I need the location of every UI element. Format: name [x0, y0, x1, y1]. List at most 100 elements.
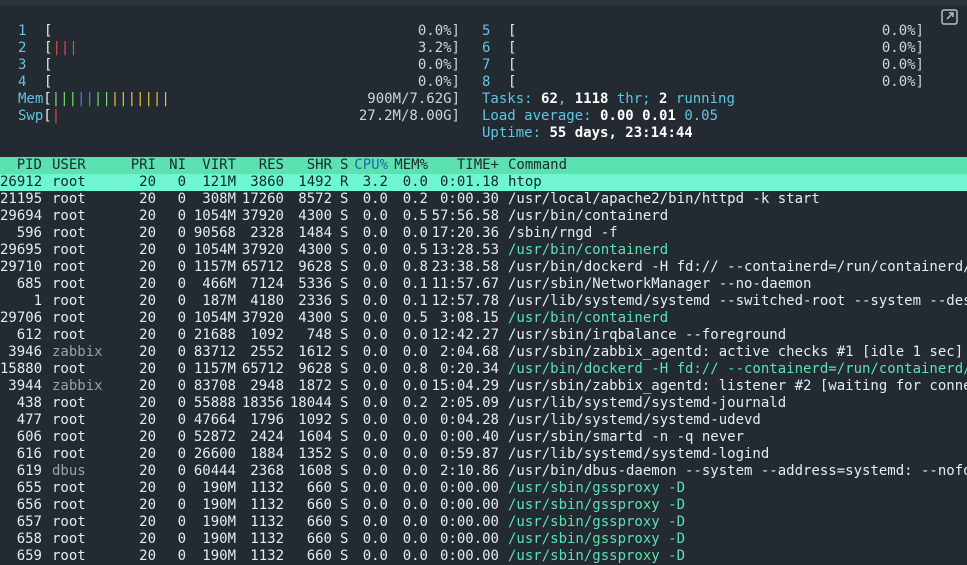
process-ni: 0 [177, 293, 186, 309]
process-row[interactable]: 596 root 20 0 90568 2328 1484 S 0.0 0.0 17:20.36/s… [0, 225, 967, 242]
process-user: root [52, 174, 86, 190]
process-row[interactable]: 29710 root 20 0 1157M 65712 9628 S 0.0 0.8 23:38.5… [0, 259, 967, 276]
process-user: root [52, 412, 86, 428]
process-row[interactable]: 606 root 20 0 52872 2424 1604 S 0.0 0.0 0:00.40/us… [0, 429, 967, 446]
cpu-percent: 3.2%] [417, 40, 460, 56]
process-shr: 8572 [298, 191, 332, 207]
process-row[interactable]: 612 root 20 0 21688 1092 748 S 0.0 0.0 12:42.27/us… [0, 327, 967, 344]
cpu-bar-fill: ||| [52, 40, 78, 56]
process-row[interactable]: 15880 root 20 0 1157M 65712 9628 S 0.0 0.8 0:20.34… [0, 361, 967, 378]
process-command: /usr/lib/systemd/systemd-logind [508, 446, 770, 462]
process-pid: 438 [16, 395, 42, 411]
load-average: Load average: 0.00 0.01 0.05 [482, 108, 719, 124]
process-pid: 15880 [0, 361, 43, 377]
process-time: 2:05.09 [439, 395, 499, 411]
process-mem: 0.0 [402, 412, 428, 428]
swp-meter: Swp[| [18, 108, 61, 124]
col-command[interactable]: Command [508, 157, 567, 174]
process-ni: 0 [177, 378, 186, 394]
process-row[interactable]: 1 root 20 0 187M 4180 2336 S 0.0 0.1 12:57.78/usr/… [0, 293, 967, 310]
col-ni[interactable]: NI [166, 157, 186, 174]
process-row[interactable]: 26912 root 20 0 121M 3860 1492 R 3.2 0.0 0:01.18 ht… [0, 174, 967, 191]
process-ni: 0 [177, 446, 186, 462]
process-ni: 0 [177, 531, 186, 547]
process-time: 15:04.29 [431, 378, 499, 394]
process-row[interactable]: 657 root 20 0 190M 1132 660 S 0.0 0.0 0:00.00/usr/… [0, 514, 967, 531]
process-cpu: 0.0 [362, 378, 388, 394]
process-row[interactable]: 21195 root 20 0 308M 17260 8572 S 0.0 0.2 0:00.30/… [0, 191, 967, 208]
process-mem: 0.0 [402, 446, 428, 462]
process-user: root [52, 259, 86, 275]
process-pri: 20 [139, 327, 156, 343]
col-shr[interactable]: SHR [284, 157, 332, 174]
process-cpu: 0.0 [362, 344, 388, 360]
col-mem[interactable]: MEM% [388, 157, 428, 174]
swp-value: 27.2M/8.00G] [358, 108, 460, 124]
cpu-percent: 0.0%] [881, 74, 924, 90]
process-time: 3:08.15 [439, 310, 499, 326]
process-row[interactable]: 3946 zabbix 20 0 83712 2552 1612 S 0.0 0.0 2:04.68… [0, 344, 967, 361]
col-pri[interactable]: PRI [126, 157, 156, 174]
process-table-header: PID USER PRI NI VIRT RES SHR S CPU% MEM%… [0, 157, 967, 174]
process-list: 26912 root 20 0 121M 3860 1492 R 3.2 0.0 0:01.18 ht… [0, 174, 967, 565]
process-time: 2:04.68 [439, 344, 499, 360]
process-ni: 0 [177, 344, 186, 360]
process-row[interactable]: 477 root 20 0 47664 1796 1092 S 0.0 0.0 0:04.28/us… [0, 412, 967, 429]
process-virt: 26600 [193, 446, 236, 462]
process-pri: 20 [139, 344, 156, 360]
process-pri: 20 [139, 514, 156, 530]
process-row[interactable]: 438 root 20 0 55888 18356 18044 S 0.0 0.2 2:05.09/… [0, 395, 967, 412]
process-shr: 660 [306, 480, 332, 496]
process-user: root [52, 310, 86, 326]
process-pid: 616 [16, 446, 42, 462]
process-pid: 655 [16, 480, 42, 496]
process-cpu: 0.0 [362, 293, 388, 309]
process-pri: 20 [139, 225, 156, 241]
process-cpu: 0.0 [362, 208, 388, 224]
col-user[interactable]: USER [52, 157, 86, 174]
process-shr: 1604 [298, 429, 332, 445]
process-row[interactable]: 616 root 20 0 26600 1884 1352 S 0.0 0.0 0:59.87/us… [0, 446, 967, 463]
process-pri: 20 [139, 548, 156, 564]
process-row[interactable]: 655 root 20 0 190M 1132 660 S 0.0 0.0 0:00.00/usr/… [0, 480, 967, 497]
cpu-meter-8: 8 [482, 74, 491, 90]
col-pid[interactable]: PID [0, 157, 42, 174]
col-cpu[interactable]: CPU% [348, 157, 388, 174]
process-row[interactable]: 658 root 20 0 190M 1132 660 S 0.0 0.0 0:00.00/usr/… [0, 531, 967, 548]
process-pid: 656 [16, 497, 42, 513]
process-pri: 20 [139, 497, 156, 513]
uptime: Uptime: 55 days, 23:14:44 [482, 125, 693, 141]
process-cpu: 0.0 [362, 361, 388, 377]
process-mem: 0.0 [402, 548, 428, 564]
process-cpu: 0.0 [362, 191, 388, 207]
process-row[interactable]: 3944 zabbix 20 0 83708 2948 1872 S 0.0 0.0 15:04.2… [0, 378, 967, 395]
col-virt[interactable]: VIRT [188, 157, 236, 174]
process-row[interactable]: 29706 root 20 0 1054M 37920 4300 S 0.0 0.5 3:08.15… [0, 310, 967, 327]
process-cpu: 0.0 [362, 531, 388, 547]
cpu-bar-open: [||| [44, 40, 78, 56]
cpu-percent: 0.0%] [417, 74, 460, 90]
col-res[interactable]: RES [236, 157, 284, 174]
process-ni: 0 [177, 225, 186, 241]
process-shr: 660 [306, 497, 332, 513]
process-ni: 0 [177, 548, 186, 564]
process-res: 1132 [250, 514, 284, 530]
col-time[interactable]: TIME+ [428, 157, 499, 174]
process-command: htop [508, 174, 542, 190]
process-ni: 0 [177, 497, 186, 513]
process-user: root [52, 531, 86, 547]
process-row[interactable]: 619 dbus 20 0 60444 2368 1608 S 0.0 0.0 2:10.86/us… [0, 463, 967, 480]
process-command: /usr/sbin/NetworkManager --no-daemon [508, 276, 812, 292]
process-user: root [52, 327, 86, 343]
process-row[interactable]: 29694 root 20 0 1054M 37920 4300 S 0.0 0.5 57:56.5… [0, 208, 967, 225]
process-row[interactable]: 659 root 20 0 190M 1132 660 S 0.0 0.0 0:00.00/usr/… [0, 548, 967, 565]
expand-icon[interactable] [940, 8, 960, 26]
process-row[interactable]: 685 root 20 0 466M 7124 5336 S 0.0 0.1 11:57.67/us… [0, 276, 967, 293]
process-time: 0:00.30 [439, 191, 499, 207]
process-user: root [52, 497, 86, 513]
process-pri: 20 [139, 276, 156, 292]
process-row[interactable]: 29695 root 20 0 1054M 37920 4300 S 0.0 0.5 13:28.5… [0, 242, 967, 259]
process-row[interactable]: 656 root 20 0 190M 1132 660 S 0.0 0.0 0:00.00/usr/… [0, 497, 967, 514]
process-command: /usr/lib/systemd/systemd-udevd [508, 412, 761, 428]
process-time: 13:28.53 [431, 242, 499, 258]
